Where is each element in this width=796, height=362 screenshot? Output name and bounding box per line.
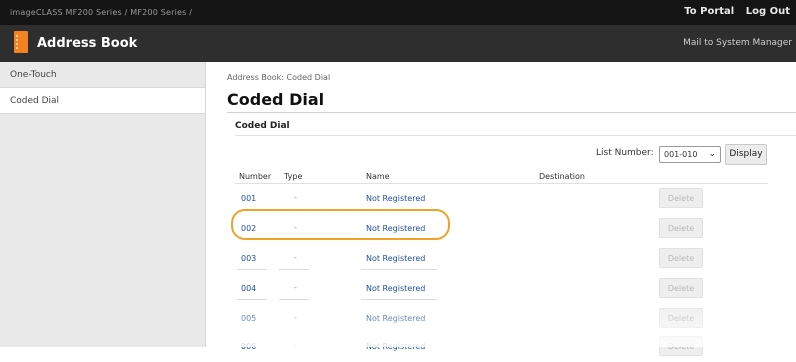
top-links: To Portal Log Out [676,6,790,17]
list-number-value: 001-010 [664,150,698,159]
entry-type: - [294,341,297,350]
delete-button[interactable]: Delete [659,336,703,356]
mail-to-system-manager-link[interactable]: Mail to System Manager [683,38,792,48]
entry-number-link[interactable]: 005 [241,314,256,323]
product-breadcrumb: imageCLASS MF200 Series / MF200 Series / [10,8,193,17]
entry-type: - [294,313,297,322]
sidebar: One-Touch Coded Dial [0,62,206,347]
entry-number-link[interactable]: 003 [241,254,256,263]
row-divider [279,269,309,270]
highlight-callout [231,209,450,240]
row-divider [279,299,309,300]
entry-number-link[interactable]: 001 [241,194,256,203]
entry-name-link[interactable]: Not Registered [366,194,425,203]
entry-type: - [294,283,297,292]
column-header-name: Name [366,172,390,181]
sidebar-item-coded-dial[interactable]: Coded Dial [0,88,205,114]
entry-number-link[interactable]: 004 [241,284,256,293]
log-out-link[interactable]: Log Out [746,6,790,17]
entry-name-link[interactable]: Not Registered [366,284,425,293]
delete-button[interactable]: Delete [659,218,703,238]
column-header-type: Type [284,172,303,181]
row-divider [237,299,267,300]
delete-button[interactable]: Delete [659,278,703,298]
sidebar-item-one-touch[interactable]: One-Touch [0,62,205,88]
table-header: Number Type Name Destination [235,171,768,184]
delete-button[interactable]: Delete [659,308,703,328]
main-content: Address Book: Coded Dial Coded Dial Code… [207,62,796,356]
entry-name-link[interactable]: Not Registered [366,254,425,263]
header-bar: Address Book Mail to System Manager [0,25,796,62]
chevron-down-icon: ⌄ [708,149,716,159]
list-number-label: List Number: [596,148,654,158]
page-title: Coded Dial [227,90,325,109]
column-header-number: Number [239,172,272,181]
list-number-select[interactable]: 001-010 ⌄ [659,146,721,163]
display-button[interactable]: Display [725,144,767,165]
address-book-icon [14,31,28,53]
entry-type: - [294,193,297,202]
to-portal-link[interactable]: To Portal [684,6,734,17]
row-divider [237,269,267,270]
section-divider [235,135,796,136]
delete-button[interactable]: Delete [659,188,703,208]
app-title: Address Book [37,36,138,51]
title-divider [227,112,796,113]
breadcrumb: Address Book: Coded Dial [227,73,331,82]
table-row: 003 - Not Registered Delete [235,244,768,274]
table-row: 006 - Not Registered Delete [235,332,768,362]
top-bar: imageCLASS MF200 Series / MF200 Series /… [0,0,796,25]
table-row: 004 - Not Registered Delete [235,274,768,304]
table-row: 005 - Not Registered Delete [235,304,768,334]
entry-name-link[interactable]: Not Registered [366,314,425,323]
section-title: Coded Dial [235,121,290,131]
row-divider [361,269,437,270]
entry-type: - [294,253,297,262]
column-header-destination: Destination [539,172,585,181]
delete-button[interactable]: Delete [659,248,703,268]
row-divider [361,299,437,300]
